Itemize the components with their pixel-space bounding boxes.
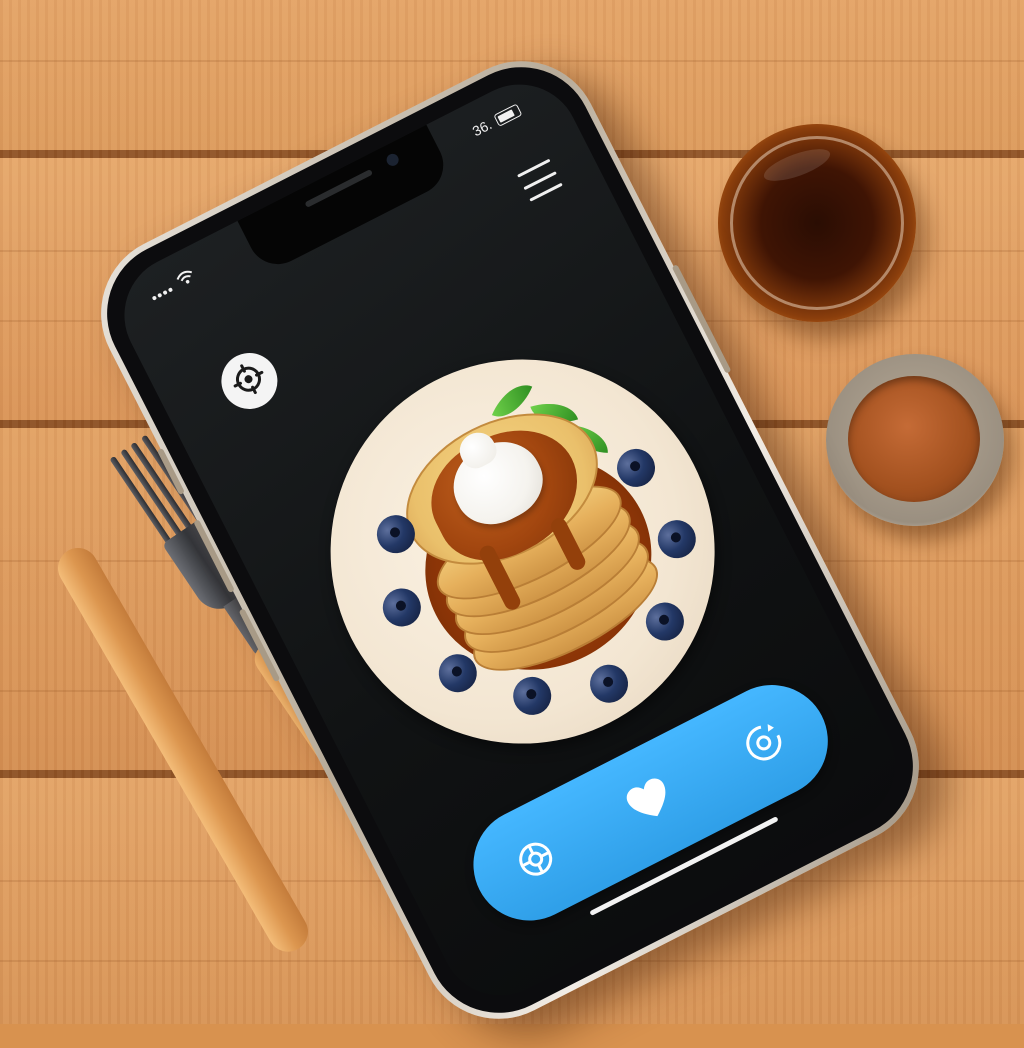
jar-reflection	[760, 142, 834, 188]
heart-icon	[621, 773, 681, 833]
pancake-stack	[380, 383, 674, 694]
gear-icon	[225, 356, 273, 406]
target-icon	[509, 832, 565, 890]
blueberry	[651, 513, 703, 565]
status-text: 36.	[469, 116, 495, 140]
battery-icon	[493, 103, 523, 127]
refresh-icon	[735, 714, 794, 775]
blueberry	[583, 658, 635, 710]
blueberry	[376, 581, 428, 634]
cinnamon-bowl	[826, 354, 1004, 526]
blueberry	[506, 670, 558, 722]
cinnamon-powder	[848, 376, 980, 502]
refresh-button[interactable]	[727, 707, 802, 782]
status-bar-right: 36.	[469, 102, 523, 140]
status-bar-left	[147, 267, 198, 304]
scan-button[interactable]	[499, 823, 574, 898]
hamburger-menu-icon[interactable]	[517, 158, 563, 202]
earpiece-speaker	[304, 168, 374, 208]
front-camera	[384, 151, 401, 168]
like-button[interactable]	[613, 765, 688, 840]
maple-syrup-jar	[718, 124, 916, 322]
settings-button[interactable]	[211, 343, 288, 419]
